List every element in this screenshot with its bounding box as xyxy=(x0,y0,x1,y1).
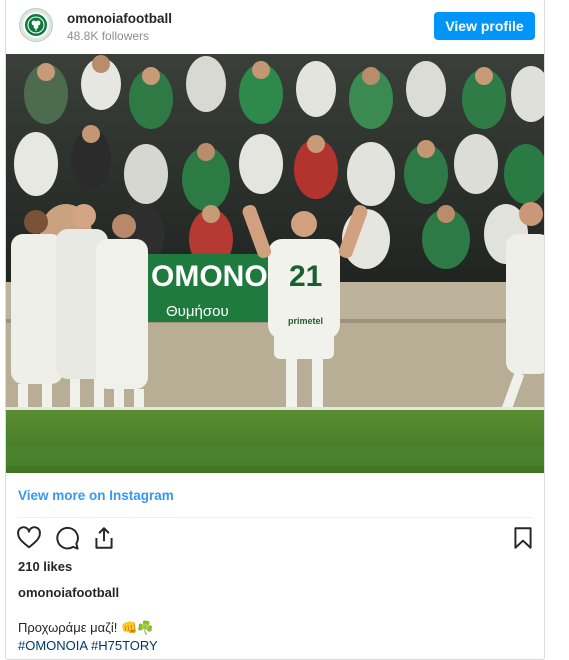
caption-username[interactable]: omonoiafootball xyxy=(18,585,119,600)
caption-text: Προχωράμε μαζί! 👊☘️ xyxy=(18,620,154,635)
banner-subtext: Θυμήσου xyxy=(166,303,229,320)
divider xyxy=(18,517,532,518)
stadium-banner: OMONOI Θυμήσου xyxy=(146,254,276,322)
club-crest-icon xyxy=(23,12,49,38)
avatar[interactable] xyxy=(19,8,53,42)
post-header: omonoiafootball 48.8K followers View pro… xyxy=(6,0,544,54)
action-bar xyxy=(16,525,536,553)
bookmark-icon[interactable] xyxy=(510,525,538,553)
hashtag-link[interactable]: #H75TORY xyxy=(91,638,158,653)
heart-icon[interactable] xyxy=(16,525,44,553)
view-more-link[interactable]: View more on Instagram xyxy=(18,488,174,503)
player-number: 21 xyxy=(289,260,322,293)
share-icon[interactable] xyxy=(91,525,119,553)
shirt-sponsor: primetel xyxy=(288,316,323,326)
instagram-embed: omonoiafootball 48.8K followers View pro… xyxy=(5,0,545,660)
follower-count: 48.8K followers xyxy=(67,29,150,43)
post-photo[interactable]: OMONOI Θυμήσου 21 primetel xyxy=(6,54,544,473)
comment-icon[interactable] xyxy=(54,525,82,553)
hashtags: #OMONOIA #H75TORY xyxy=(18,638,158,653)
view-profile-button[interactable]: View profile xyxy=(434,12,535,40)
banner-text: OMONOI xyxy=(151,260,276,293)
like-count[interactable]: 210 likes xyxy=(18,559,72,574)
hashtag-link[interactable]: #OMONOIA xyxy=(18,638,87,653)
username[interactable]: omonoiafootball xyxy=(67,11,172,26)
